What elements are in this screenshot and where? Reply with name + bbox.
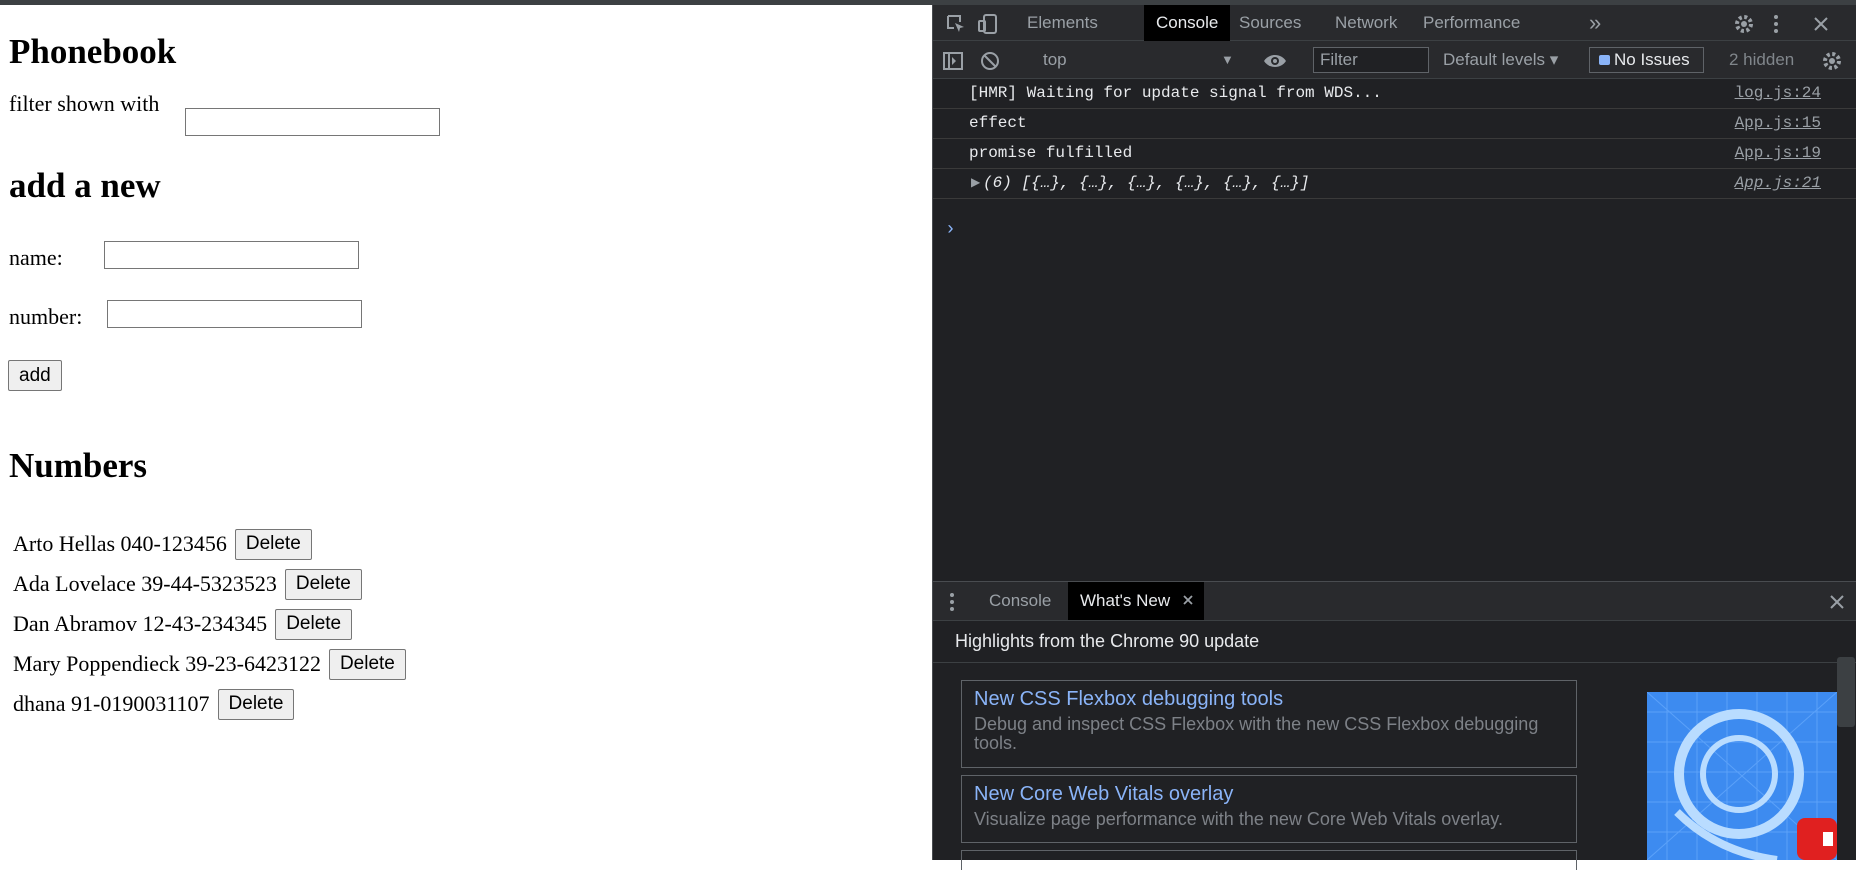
context-selector[interactable]: top bbox=[1043, 41, 1067, 79]
devtools-tabbar: Elements Console Sources Network Perform… bbox=[933, 5, 1856, 41]
tab-console[interactable]: Console bbox=[1144, 5, 1231, 41]
person-entry: Ada Lovelace 39-44-5323523 bbox=[13, 571, 277, 596]
issues-label: No Issues bbox=[1614, 50, 1690, 69]
drawer-tabbar: Console What's New bbox=[933, 581, 1856, 621]
devtools-panel: Elements Console Sources Network Perform… bbox=[932, 5, 1856, 870]
person-entry: Arto Hellas 040-123456 bbox=[13, 531, 227, 556]
source-link[interactable]: App.js:19 bbox=[1735, 139, 1821, 168]
person-entry: dhana 91-0190031107 bbox=[13, 691, 210, 716]
person-entry: Mary Poppendieck 39-23-6423122 bbox=[13, 651, 321, 676]
console-text: [HMR] Waiting for update signal from WDS… bbox=[969, 84, 1382, 102]
tab-performance[interactable]: Performance bbox=[1411, 5, 1532, 41]
drawer-tab-label: What's New bbox=[1080, 591, 1171, 610]
console-output: [HMR] Waiting for update signal from WDS… bbox=[933, 79, 1856, 199]
sidebar-toggle-icon[interactable] bbox=[943, 41, 963, 79]
delete-button[interactable]: Delete bbox=[275, 608, 353, 640]
issues-icon bbox=[1599, 55, 1610, 65]
whats-new-scrollbar[interactable] bbox=[1837, 657, 1855, 727]
context-dropdown-icon[interactable]: ▼ bbox=[1221, 41, 1234, 79]
inspect-element-icon[interactable] bbox=[945, 5, 967, 41]
person-row: dhana 91-0190031107 Delete bbox=[13, 684, 406, 724]
person-entry: Dan Abramov 12-43-234345 bbox=[13, 611, 268, 636]
console-message: promise fulfilled App.js:19 bbox=[933, 139, 1856, 169]
console-message: effect App.js:15 bbox=[933, 109, 1856, 139]
kebab-menu-icon[interactable] bbox=[1773, 5, 1779, 41]
name-input[interactable] bbox=[104, 241, 359, 269]
person-row: Dan Abramov 12-43-234345 Delete bbox=[13, 604, 406, 644]
person-row: Mary Poppendieck 39-23-6423122 Delete bbox=[13, 644, 406, 684]
feature-title[interactable]: New Core Web Vitals overlay bbox=[974, 782, 1564, 806]
feature-description: Debug and inspect CSS Flexbox with the n… bbox=[974, 714, 1539, 753]
feature-card-partial bbox=[961, 850, 1577, 870]
console-message: [HMR] Waiting for update signal from WDS… bbox=[933, 79, 1856, 109]
filter-label: filter shown with bbox=[9, 91, 160, 116]
add-button[interactable]: add bbox=[8, 360, 62, 391]
numbers-heading: Numbers bbox=[9, 446, 148, 485]
feature-card[interactable]: New CSS Flexbox debugging tools Debug an… bbox=[961, 680, 1577, 768]
person-row: Arto Hellas 040-123456 Delete bbox=[13, 524, 406, 564]
number-input[interactable] bbox=[107, 300, 362, 328]
filter-input[interactable] bbox=[185, 108, 440, 136]
number-label: number: bbox=[9, 304, 83, 329]
close-devtools-icon[interactable] bbox=[1812, 5, 1830, 41]
console-toolbar: top ▼ Filter Default levels ▾ No Issues … bbox=[933, 41, 1856, 79]
issues-counter-button[interactable]: No Issues bbox=[1589, 47, 1704, 73]
delete-button[interactable]: Delete bbox=[217, 688, 295, 720]
whats-new-heading: Highlights from the Chrome 90 update bbox=[933, 621, 1856, 663]
feature-title[interactable]: New CSS Flexbox debugging tools bbox=[974, 687, 1564, 711]
phonebook-app: Phonebook filter shown with add a new na… bbox=[0, 5, 932, 860]
tab-sources[interactable]: Sources bbox=[1227, 5, 1313, 41]
console-prompt-icon[interactable]: › bbox=[945, 220, 956, 240]
more-tabs-icon[interactable]: » bbox=[1589, 5, 1601, 41]
source-link[interactable]: log.js:24 bbox=[1735, 79, 1821, 108]
tab-elements[interactable]: Elements bbox=[1015, 5, 1110, 41]
close-tab-icon[interactable] bbox=[1182, 582, 1194, 620]
drawer-menu-icon[interactable] bbox=[949, 582, 955, 620]
feature-description: Visualize page performance with the new … bbox=[974, 809, 1503, 829]
name-label: name: bbox=[9, 245, 63, 270]
expand-triangle-icon[interactable]: ▶ bbox=[971, 169, 980, 198]
settings-gear-icon[interactable] bbox=[1733, 5, 1755, 41]
console-filter-input[interactable]: Filter bbox=[1313, 47, 1429, 73]
whats-new-illustration-image bbox=[1647, 692, 1837, 860]
console-text: promise fulfilled bbox=[969, 144, 1133, 162]
close-drawer-icon[interactable] bbox=[1828, 582, 1846, 620]
drawer-tab-whats-new[interactable]: What's New bbox=[1068, 582, 1205, 620]
delete-button[interactable]: Delete bbox=[234, 528, 312, 560]
source-link[interactable]: App.js:15 bbox=[1735, 109, 1821, 138]
drawer-tab-console[interactable]: Console bbox=[977, 582, 1063, 620]
console-settings-gear-icon[interactable] bbox=[1821, 41, 1843, 79]
console-array-preview[interactable]: (6) [{…}, {…}, {…}, {…}, {…}, {…}] bbox=[969, 174, 1309, 192]
persons-list: Arto Hellas 040-123456 Delete Ada Lovela… bbox=[13, 524, 406, 724]
add-new-heading: add a new bbox=[9, 166, 161, 205]
delete-button[interactable]: Delete bbox=[328, 648, 406, 680]
feature-card[interactable]: New Core Web Vitals overlay Visualize pa… bbox=[961, 775, 1577, 843]
console-text: effect bbox=[969, 114, 1027, 132]
clear-console-icon[interactable] bbox=[980, 41, 1000, 79]
device-toolbar-icon[interactable] bbox=[977, 5, 999, 41]
delete-button[interactable]: Delete bbox=[284, 568, 362, 600]
hidden-count: 2 hidden bbox=[1729, 50, 1795, 69]
page-title: Phonebook bbox=[9, 32, 177, 71]
tab-network[interactable]: Network bbox=[1323, 5, 1409, 41]
person-row: Ada Lovelace 39-44-5323523 Delete bbox=[13, 564, 406, 604]
console-message[interactable]: ▶ (6) [{…}, {…}, {…}, {…}, {…}, {…}] App… bbox=[933, 169, 1856, 199]
default-levels-dropdown[interactable]: Default levels ▾ bbox=[1443, 41, 1558, 79]
live-expression-eye-icon[interactable] bbox=[1263, 41, 1287, 79]
source-link[interactable]: App.js:21 bbox=[1735, 169, 1821, 198]
